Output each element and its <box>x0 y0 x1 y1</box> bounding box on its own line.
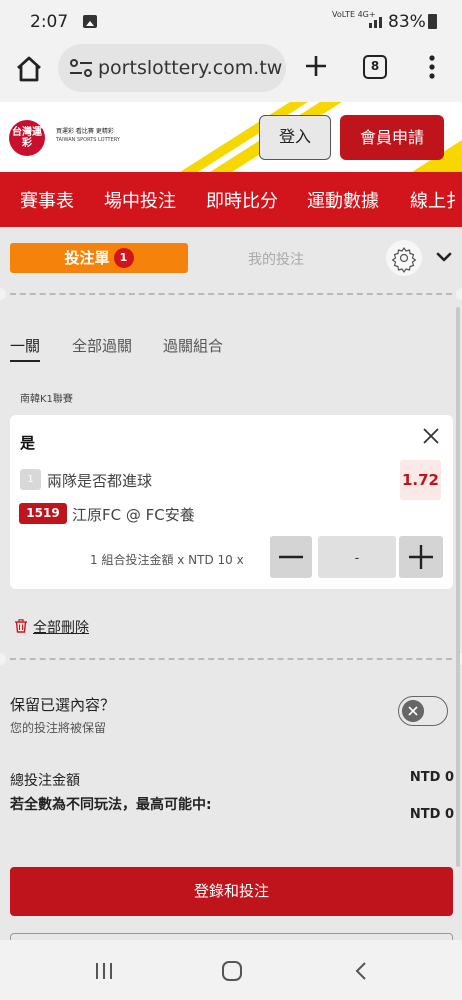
logo-tagline: 買運彩 看比賽 更精彩 TAIWAN SPORTS LOTTERY <box>56 127 120 145</box>
tab-betslip-label: 投注單 <box>64 249 110 267</box>
increase-stake-button[interactable] <box>399 536 443 578</box>
divider <box>0 293 462 295</box>
register-button[interactable]: 會員申請 <box>340 115 444 160</box>
selection-pick: 是 <box>20 434 36 452</box>
chevron-down-icon[interactable] <box>434 247 454 267</box>
nav-item-sports-data[interactable]: 運動數據 <box>307 187 379 213</box>
total-stake-label: 總投注金額 <box>10 773 80 789</box>
leg-number-badge: 1 <box>20 469 41 490</box>
decrease-stake-button[interactable] <box>270 536 312 578</box>
status-bar: 2:07 VoLTE 4G+ 83% <box>0 0 462 40</box>
nav-item-schedule[interactable]: 賽事表 <box>20 187 74 213</box>
ticket-notch <box>0 288 6 300</box>
tab-betslip[interactable]: 投注單 1 <box>10 243 188 273</box>
next-section-edge <box>10 933 453 940</box>
image-notification-icon <box>83 15 97 28</box>
login-and-bet-button[interactable]: 登錄和投注 <box>10 867 453 916</box>
login-button[interactable]: 登入 <box>259 115 331 160</box>
close-icon[interactable] <box>422 427 440 445</box>
max-win-value: NTD 0 <box>409 807 454 822</box>
battery-icon <box>428 14 437 29</box>
scrollbar[interactable] <box>456 307 460 867</box>
delete-all-label: 全部刪除 <box>33 620 89 636</box>
gear-icon[interactable] <box>386 240 422 276</box>
url-text: portslottery.com.tw <box>98 57 283 79</box>
logo-tagline-en: TAIWAN SPORTS LOTTERY <box>56 137 120 143</box>
signal-icon <box>369 17 382 28</box>
nav-item-live-betting[interactable]: 場中投注 <box>104 187 176 213</box>
selection-card: 是 1 兩隊是否都進球 1.72 1519 江原FC @ FC安養 1 組合投注… <box>10 415 453 589</box>
keep-selections-title: 保留已選內容？ <box>10 696 116 714</box>
market-name: 兩隊是否都進球 <box>47 472 153 490</box>
league-name: 南韓K1聯賽 <box>20 394 73 405</box>
logo-tagline-zh: 買運彩 看比賽 更精彩 <box>56 128 114 135</box>
nav-item-online[interactable]: 線上扌 <box>410 187 462 213</box>
main-nav: 賽事表 場中投注 即時比分 運動數據 線上扌 <box>0 172 462 227</box>
back-icon[interactable] <box>354 961 368 981</box>
ticket-notch <box>456 288 462 300</box>
match-name: 江原FC @ FC安養 <box>72 506 195 524</box>
toggle-off-icon <box>402 700 424 722</box>
system-nav-bar <box>0 940 462 1000</box>
bet-type-combination[interactable]: 過關組合 <box>163 335 223 356</box>
stake-label: 1 組合投注金額 x NTD 10 x <box>90 553 244 567</box>
event-id-badge: 1519 <box>19 503 67 524</box>
address-bar[interactable]: portslottery.com.tw <box>58 44 286 92</box>
total-stake-value: NTD 0 <box>409 770 454 785</box>
stake-input[interactable] <box>318 536 396 578</box>
bet-type-single[interactable]: 一關 <box>10 335 41 362</box>
betslip-count-badge: 1 <box>113 248 134 268</box>
trash-icon <box>15 619 27 633</box>
more-menu-icon[interactable] <box>424 53 440 81</box>
divider <box>0 658 462 660</box>
odds-value: 1.72 <box>400 460 441 500</box>
nav-item-live-scores[interactable]: 即時比分 <box>206 187 278 213</box>
ticket-notch <box>0 653 6 665</box>
battery-percent: 83% <box>388 12 426 32</box>
browser-toolbar: portslottery.com.tw 8 <box>0 40 462 102</box>
keep-selections-subtitle: 您的投注將被保留 <box>10 721 107 735</box>
status-time: 2:07 <box>30 12 69 32</box>
home-icon[interactable] <box>14 54 44 84</box>
delete-all-button[interactable]: 全部刪除 <box>14 617 89 637</box>
site-header: 台灣運彩 買運彩 看比賽 更精彩 TAIWAN SPORTS LOTTERY 登… <box>0 102 462 172</box>
keep-selections-toggle[interactable] <box>398 696 448 726</box>
betslip-panel: 投注單 1 我的投注 一關 全部過關 過關組合 南韓K1聯賽 是 1 兩隊是否都進… <box>0 227 462 940</box>
max-win-label: 若全數為不同玩法，最高可能中: <box>10 797 212 813</box>
tab-my-bets[interactable]: 我的投注 <box>248 249 304 269</box>
tab-switcher-button[interactable]: 8 <box>363 55 387 79</box>
site-settings-icon[interactable] <box>68 57 94 79</box>
home-button-icon[interactable] <box>222 961 242 981</box>
new-tab-icon[interactable] <box>302 52 330 80</box>
site-logo[interactable]: 台灣運彩 <box>9 120 45 156</box>
recents-icon[interactable] <box>94 962 114 980</box>
bet-type-all-parlay[interactable]: 全部過關 <box>72 335 132 356</box>
